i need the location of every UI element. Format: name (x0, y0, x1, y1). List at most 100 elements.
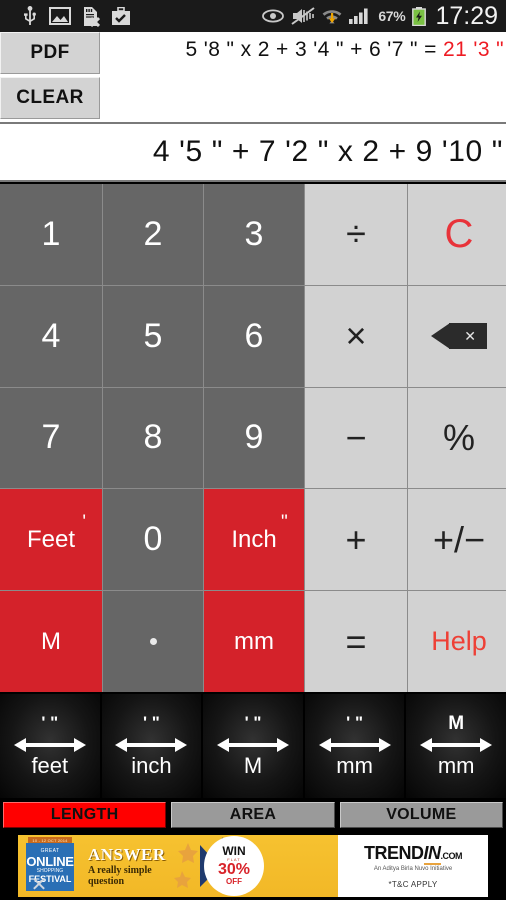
key-divide[interactable]: ÷ (305, 184, 407, 285)
ad-offer-off: OFF (226, 877, 242, 886)
key-2[interactable]: 2 (103, 184, 203, 285)
clear-button[interactable]: CLEAR (0, 77, 100, 119)
key-label: M (41, 627, 61, 655)
ad-copy: ANSWER A really simple question (80, 845, 166, 887)
key-meter[interactable]: M (0, 591, 102, 692)
key-1[interactable]: 1 (0, 184, 102, 285)
key-0[interactable]: 0 (103, 489, 203, 591)
key-7[interactable]: 7 (0, 387, 102, 489)
advertisement-banner[interactable]: 10 - 12 OCT 2014 GREAT ONLINE SHOPPING F… (0, 832, 506, 900)
key-millimeter[interactable]: mm (204, 591, 304, 692)
ad-inner[interactable]: 10 - 12 OCT 2014 GREAT ONLINE SHOPPING F… (18, 835, 488, 897)
ad-headline: ANSWER (88, 845, 166, 864)
decimal-dot-icon (149, 638, 157, 646)
history-display: 5 '8 " x 2 + 3 '4 " + 6 '7 " = 21 '3 " (104, 32, 506, 122)
key-label: mm (234, 627, 274, 655)
key-label: − (345, 416, 367, 458)
image-icon (49, 7, 71, 25)
key-label: 3 (244, 214, 264, 253)
key-label: 4 (41, 316, 61, 355)
key-inch[interactable]: Inch " (204, 489, 304, 591)
key-label: ÷ (346, 213, 366, 255)
key-backspace[interactable]: ✕ (408, 285, 506, 387)
ad-subline-2: question (88, 876, 125, 887)
status-bar-left-icons (0, 6, 262, 27)
ad-left-panel: 10 - 12 OCT 2014 GREAT ONLINE SHOPPING F… (18, 835, 338, 897)
double-arrow-icon (420, 737, 493, 752)
unit-key-sup: " (280, 511, 288, 533)
ad-offer-circle: WIN FLAT 30% OFF (204, 836, 264, 896)
conversion-source-unit: ' " (244, 712, 262, 732)
unit-key-text: Feet (26, 525, 76, 553)
ad-offer-percent: 30% (217, 861, 251, 878)
keypad: 1 2 3 ÷ C 4 5 6 × ✕ 7 8 9 −% Feet ' 0 Inch " + +/− Mmm = Help (0, 184, 506, 692)
convert-to-feet[interactable]: ' " feet (0, 694, 100, 798)
key-decimal[interactable] (103, 591, 203, 692)
key-feet[interactable]: Feet ' (0, 489, 102, 591)
status-bar-clock: 17:29 (435, 2, 498, 30)
tab-length[interactable]: LENGTH (3, 802, 167, 828)
key-percent[interactable]: % (408, 387, 506, 489)
conversion-source-unit: ' " (346, 712, 363, 732)
pdf-button[interactable]: PDF (0, 32, 100, 74)
key-minus[interactable]: − (305, 387, 407, 489)
top-bar: PDF CLEAR 5 '8 " x 2 + 3 '4 " + 6 '7 " =… (0, 32, 506, 122)
key-label: 7 (41, 418, 61, 457)
key-label: +/− (432, 518, 486, 560)
ad-offer-win: WIN (222, 844, 246, 858)
display-value: 4 '5 " + 7 '2 " x 2 + 9 '10 " (152, 135, 503, 168)
key-label: 1 (41, 214, 61, 253)
mute-vibrate-icon (291, 7, 315, 25)
status-bar-right-icons: 67% 17:29 (262, 0, 506, 32)
double-arrow-icon (115, 737, 188, 752)
convert-to-millimeter[interactable]: ' " mm (304, 694, 405, 798)
ad-subline-1: A really simple (88, 865, 152, 876)
key-clear-c[interactable]: C (408, 184, 506, 285)
backspace-icon: ✕ (431, 323, 487, 350)
double-arrow-icon (13, 737, 86, 752)
ad-brand: TRENDIN.COM (364, 843, 462, 865)
side-buttons: PDF CLEAR (0, 32, 102, 122)
key-9[interactable]: 9 (204, 387, 304, 489)
key-label: 6 (244, 316, 264, 355)
key-label: 2 (143, 214, 163, 253)
ad-terms: *T&C APPLY (388, 880, 438, 889)
double-arrow-icon (216, 737, 289, 752)
ad-right-panel: TRENDIN.COM An Aditya Birla Nuvo Initiat… (338, 835, 488, 897)
double-arrow-icon (318, 737, 391, 752)
ad-close-icon[interactable]: ✕ (28, 875, 50, 895)
tab-volume[interactable]: VOLUME (339, 802, 503, 828)
history-result: 21 '3 " (443, 38, 504, 61)
eye-icon (262, 9, 285, 23)
main-display[interactable]: 4 '5 " + 7 '2 " x 2 + 9 '10 " (0, 122, 506, 182)
unit-key-label: Inch " (231, 512, 287, 554)
history-expression: 5 '8 " x 2 + 3 '4 " + 6 '7 " = (185, 38, 444, 61)
conversion-row: ' " feet ' " inch ' " M ' " mm Mmm (0, 694, 506, 798)
conversion-target-unit: feet (31, 752, 69, 778)
key-5[interactable]: 5 (103, 285, 203, 387)
convert-meter-to-millimeter[interactable]: Mmm (406, 694, 506, 798)
unit-key-sup: ' (82, 511, 87, 533)
key-plus[interactable]: + (305, 489, 407, 591)
key-label: 8 (143, 418, 163, 457)
key-label: % (442, 416, 475, 458)
conversion-source-unit: ' " (41, 712, 59, 732)
clear-c-label: C (444, 211, 474, 256)
convert-to-inch[interactable]: ' " inch (101, 694, 202, 798)
key-3[interactable]: 3 (204, 184, 304, 285)
key-sign[interactable]: +/− (408, 489, 506, 591)
calculator-app: 67% 17:29 PDF CLEAR 5 '8 " x 2 + 3 '4 " … (0, 0, 506, 900)
key-help[interactable]: Help (408, 591, 506, 692)
ad-brand-part1: TREND (364, 843, 424, 863)
tab-area[interactable]: AREA (171, 802, 335, 828)
ad-festival-badge: 10 - 12 OCT 2014 GREAT ONLINE SHOPPING F… (18, 835, 80, 897)
key-8[interactable]: 8 (103, 387, 203, 489)
convert-to-meter[interactable]: ' " M (203, 694, 303, 798)
key-multiply[interactable]: × (305, 285, 407, 387)
mode-tabs: LENGTH AREA VOLUME (0, 800, 506, 830)
key-equals[interactable]: = (305, 591, 407, 692)
key-6[interactable]: 6 (204, 285, 304, 387)
key-4[interactable]: 4 (0, 285, 102, 387)
wifi-icon (322, 10, 342, 24)
key-label: 5 (143, 316, 163, 355)
